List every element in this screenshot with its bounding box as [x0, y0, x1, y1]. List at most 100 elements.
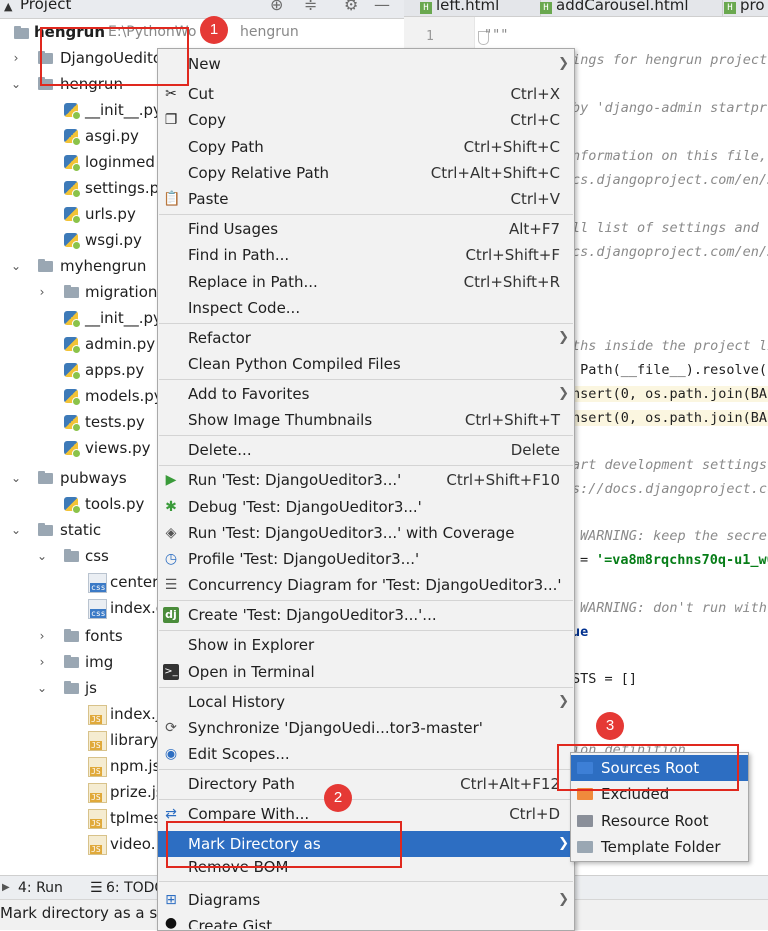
code-line: nsert(0, os.path.join(BAS — [572, 386, 768, 402]
chevron-right-icon[interactable]: › — [10, 45, 22, 71]
menu-item-inspect-code[interactable]: Inspect Code... — [158, 295, 574, 321]
chevron-down-icon[interactable]: ⌄ — [10, 465, 22, 491]
menu-shortcut: Ctrl+Shift+C — [463, 138, 560, 156]
menu-item-find-in-path[interactable]: Find in Path... Ctrl+Shift+F — [158, 242, 574, 268]
chevron-right-icon: ❯ — [558, 836, 569, 851]
coverage-icon: ◈ — [165, 525, 177, 541]
tree-item-label: index.c — [110, 599, 165, 617]
submenu-item-template-folder[interactable]: Template Folder — [571, 834, 748, 860]
menu-item-cut[interactable]: ✂ Cut Ctrl+X — [158, 81, 574, 107]
menu-item-diagrams[interactable]: ⊞ Diagrams ❯ — [158, 887, 574, 913]
chevron-right-icon[interactable]: › — [36, 649, 48, 675]
chevron-right-icon: ❯ — [558, 56, 569, 71]
chevron-right-icon: ❯ — [558, 330, 569, 345]
menu-item-show-in-explorer[interactable]: Show in Explorer — [158, 632, 574, 658]
python-file-icon — [64, 103, 81, 120]
tab-addcarousel-html[interactable]: H addCarousel.html — [536, 0, 723, 16]
tab-left-html[interactable]: H left.html — [416, 0, 541, 16]
code-line: ll list of settings and t — [572, 220, 768, 236]
menu-item-show-image-thumbnails[interactable]: Show Image Thumbnails Ctrl+Shift+T — [158, 407, 574, 433]
menu-item-new[interactable]: New ❯ — [158, 51, 574, 77]
menu-item-label: Diagrams — [188, 891, 261, 909]
menu-separator — [159, 769, 573, 770]
tree-item-label: js — [85, 679, 97, 697]
menu-item-label: Profile 'Test: DjangoUeditor3...' — [188, 550, 420, 568]
menu-item-label: Create 'Test: DjangoUeditor3...'... — [188, 606, 437, 624]
menu-separator — [159, 799, 573, 800]
chevron-down-icon[interactable]: ⌄ — [10, 517, 22, 543]
run-tool-button[interactable]: 4: Run — [18, 876, 63, 900]
menu-item-replace-in-path[interactable]: Replace in Path... Ctrl+Shift+R — [158, 269, 574, 295]
menu-item-edit-scopes[interactable]: ◉ Edit Scopes... — [158, 741, 574, 767]
chevron-down-icon[interactable]: ⌄ — [10, 253, 22, 279]
chevron-right-icon[interactable]: › — [36, 623, 48, 649]
menu-shortcut: Ctrl+Shift+R — [463, 273, 560, 291]
menu-item-find-usages[interactable]: Find Usages Alt+F7 — [158, 216, 574, 242]
panel-toggle-icon[interactable]: ▶ — [2, 876, 10, 900]
menu-item-copy-relative-path[interactable]: Copy Relative Path Ctrl+Alt+Shift+C — [158, 160, 574, 186]
menu-item-copy[interactable]: ❐ Copy Ctrl+C — [158, 107, 574, 133]
chevron-right-icon: ❯ — [558, 694, 569, 709]
css-file-icon: css — [88, 573, 107, 593]
hide-icon[interactable]: — — [374, 0, 390, 14]
chevron-down-icon[interactable]: ⌄ — [10, 71, 22, 97]
menu-item-synchronize[interactable]: ⟳ Synchronize 'DjangoUedi...tor3-master' — [158, 715, 574, 741]
tree-item-label: models.py — [85, 387, 163, 405]
menu-item-label: New — [188, 55, 221, 73]
tab-pro[interactable]: H pro — [720, 0, 768, 16]
menu-separator — [159, 379, 573, 380]
menu-item-debug-test[interactable]: ✱ Debug 'Test: DjangoUeditor3...' — [158, 494, 574, 520]
menu-item-create-test[interactable]: dj Create 'Test: DjangoUeditor3...'... — [158, 602, 574, 628]
submenu-item-resource-root[interactable]: Resource Root — [571, 808, 748, 834]
tree-item-label: admin.py — [85, 335, 156, 353]
menu-item-copy-path[interactable]: Copy Path Ctrl+Shift+C — [158, 134, 574, 160]
js-file-icon: JS — [88, 809, 107, 829]
menu-item-concurrency-diagram[interactable]: ☰ Concurrency Diagram for 'Test: DjangoU… — [158, 572, 574, 598]
menu-item-local-history[interactable]: Local History ❯ — [158, 689, 574, 715]
tree-item-label: __init__.py — [85, 309, 162, 327]
menu-item-create-gist[interactable]: ● Create Gist... — [158, 913, 574, 929]
menu-item-delete[interactable]: Delete... Delete — [158, 437, 574, 463]
menu-item-open-in-terminal[interactable]: >_ Open in Terminal — [158, 659, 574, 685]
tree-item-label: video. — [110, 835, 156, 853]
menu-item-label: Show Image Thumbnails — [188, 411, 373, 429]
locate-icon[interactable]: ⊕ — [270, 0, 283, 14]
terminal-icon: >_ — [163, 664, 179, 680]
menu-item-run-test[interactable]: ▶ Run 'Test: DjangoUeditor3...' Ctrl+Shi… — [158, 467, 574, 493]
project-panel-title[interactable]: Project — [20, 0, 71, 13]
chevron-right-icon[interactable]: › — [36, 279, 48, 305]
code-line: nformation on this file, — [572, 148, 768, 164]
folder-icon — [38, 523, 53, 536]
tab-label: left.html — [436, 0, 500, 14]
menu-separator — [159, 630, 573, 631]
menu-item-label: Edit Scopes... — [188, 745, 290, 763]
folder-icon — [64, 655, 79, 668]
collapse-all-icon[interactable]: ≑ — [304, 0, 317, 14]
tree-item-label: apps.py — [85, 361, 145, 379]
code-line: by 'django-admin startpro — [572, 100, 768, 116]
menu-item-run-with-coverage[interactable]: ◈ Run 'Test: DjangoUeditor3...' with Cov… — [158, 520, 574, 546]
collapse-triangle-icon[interactable]: ▲ — [4, 0, 12, 13]
menu-item-clean-python-compiled-files[interactable]: Clean Python Compiled Files — [158, 351, 574, 377]
menu-item-add-to-favorites[interactable]: Add to Favorites ❯ — [158, 381, 574, 407]
menu-item-label: Directory Path — [188, 775, 295, 793]
menu-separator — [159, 465, 573, 466]
menu-item-label: Copy Relative Path — [188, 164, 330, 182]
todo-icon: ☰ — [90, 880, 103, 896]
chevron-down-icon[interactable]: ⌄ — [36, 543, 48, 569]
scissors-icon: ✂ — [165, 86, 177, 102]
menu-item-paste[interactable]: 📋 Paste Ctrl+V — [158, 186, 574, 212]
menu-shortcut: Ctrl+Alt+Shift+C — [430, 164, 560, 182]
menu-item-refactor[interactable]: Refactor ❯ — [158, 325, 574, 351]
tab-label: addCarousel.html — [556, 0, 689, 14]
menu-item-profile-test[interactable]: ◷ Profile 'Test: DjangoUeditor3...' — [158, 546, 574, 572]
chevron-down-icon[interactable]: ⌄ — [36, 675, 48, 701]
code-line: Path(__file__).resolve() — [572, 362, 768, 378]
menu-item-label: Add to Favorites — [188, 385, 310, 403]
python-file-icon — [64, 497, 81, 514]
tree-item-label: __init__.py — [85, 101, 162, 119]
annotation-box-1 — [40, 27, 189, 86]
menu-item-directory-path[interactable]: Directory Path Ctrl+Alt+F12 — [158, 771, 574, 797]
menu-item-label: Open in Terminal — [188, 663, 315, 681]
gear-icon[interactable]: ⚙ — [344, 0, 358, 14]
